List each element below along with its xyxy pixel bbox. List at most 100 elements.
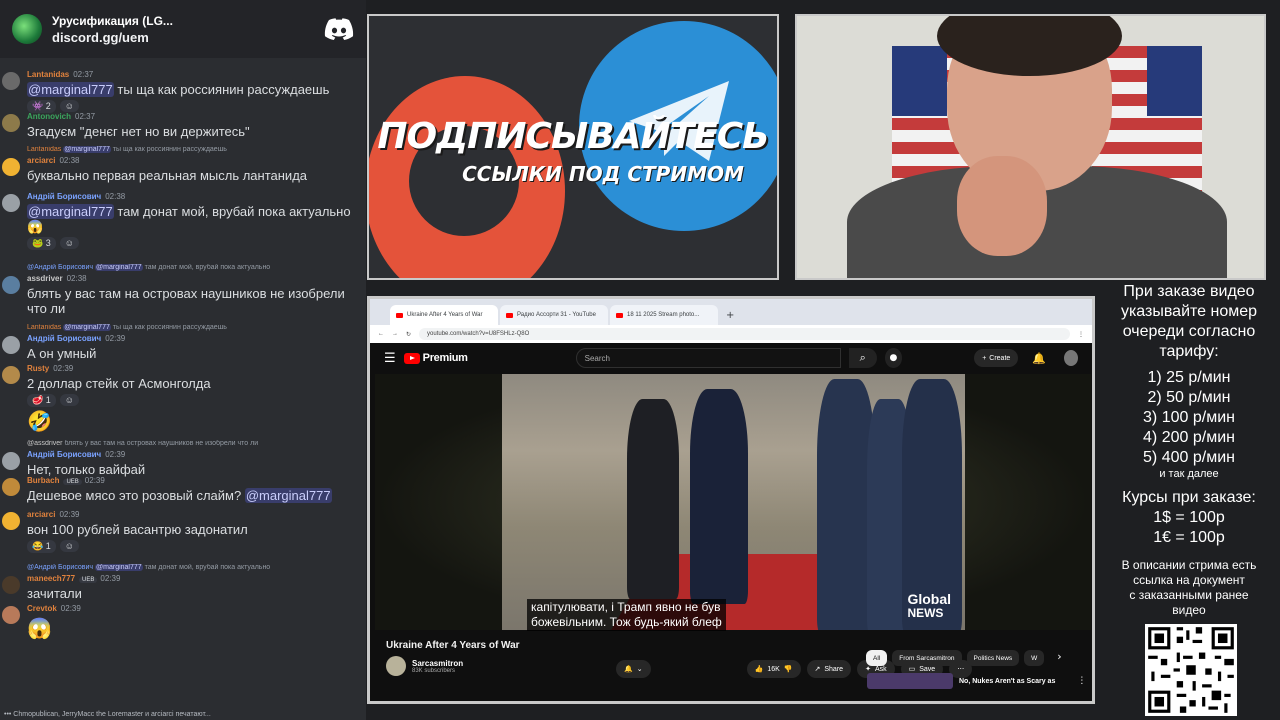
reaction-pill[interactable]: 👾 2 [27,99,56,113]
url-field[interactable]: youtube.com/watch?v=U8FSHLz-Q8O [419,328,1070,340]
reply-preview[interactable]: @Андрій Борисович @marginal777 там донат… [27,564,358,574]
chevron-right-icon[interactable]: › [1057,650,1061,666]
reaction-pill[interactable]: 🥩 1 [27,393,56,407]
reply-mention: @marginal777 [95,564,143,571]
search-icon[interactable]: ⌕ [848,348,877,368]
message-time: 02:39 [105,450,126,459]
server-icon[interactable] [12,14,42,44]
avatar[interactable] [1064,350,1078,366]
video-frame[interactable]: Global NEWS [502,374,965,630]
tab-bar: Ukraine After 4 Years of War Радио Ассор… [370,299,1092,325]
browser-tab[interactable]: Ukraine After 4 Years of War [390,305,498,325]
sticker-emoji: 😱 [27,618,52,640]
reply-preview[interactable]: Lantanidas @marginal777 ты ща как россия… [27,146,358,156]
message-text: ты ща как россиянин рассуждаешь [113,82,330,97]
message-author[interactable]: Андрій Борисович [27,192,101,201]
reply-text: ты ща как россиянин рассуждаешь [110,146,227,153]
avatar [2,452,20,470]
notifications-bell-icon[interactable]: 🔔 [1032,352,1046,365]
recommended-title[interactable]: No, Nukes Aren't as Scary as [959,678,1055,685]
message-text: там донат мой, врубай пока актуально [113,204,351,219]
channel-avatar[interactable] [386,656,406,676]
channel-row: Sarcasmitron 83K subscribers [386,656,463,676]
create-button[interactable]: + Create [974,349,1019,367]
video-thumbnail[interactable] [867,673,953,689]
browser-tab[interactable]: 18 11 2025 Stream photo... [610,305,718,325]
message-author[interactable]: Burbach [27,476,59,485]
message-author[interactable]: assdriver [27,274,63,283]
message-text: вон 100 рублей васантрю задонатил [27,522,248,537]
message-author[interactable]: Lantanidas [27,70,69,79]
message-author[interactable]: Rusty [27,364,49,373]
share-label: Share [824,665,844,673]
reply-text: ты ща как россиянин рассуждаешь [110,324,227,331]
create-label: Create [989,354,1011,362]
video-player[interactable]: Global NEWS капітулювати, і Трамп явно не… [375,374,1091,631]
youtube-logo[interactable]: Premium [403,352,468,364]
message-time: 02:39 [105,334,126,343]
price-list: 1) 25 р/мин 2) 50 р/мин 3) 100 р/мин 4) … [1098,368,1280,480]
subscription-bell-button[interactable]: 🔔 ⌄ [616,660,651,678]
save-label: Save [919,665,936,673]
share-button[interactable]: ↗ Share [806,660,852,678]
role-badge: UEB [79,577,98,583]
forward-icon[interactable]: → [392,331,398,337]
add-reaction-icon[interactable]: ☺ [59,394,79,406]
sticker-emoji: 🤣 [27,411,52,433]
instruction-line: При заказе видео [1123,283,1255,300]
recommended-video[interactable]: No, Nukes Aren't as Scary as ⋮ [867,673,1086,689]
subscriber-count: 83K subscribers [412,667,456,674]
add-reaction-icon[interactable]: ☺ [59,100,79,112]
user-mention[interactable]: @marginal777 [27,204,114,219]
reply-preview[interactable]: @assdriver блять у вас там на островах н… [27,440,358,450]
chip-all[interactable]: All [866,650,888,666]
message-list: Lantanidas 02:37 @marginal777 ты ща как р… [0,70,366,640]
message-author[interactable]: Андрій Борисович [27,334,101,343]
chat-message: @Андрій Борисович @marginal777 там донат… [0,264,366,324]
microphone-icon[interactable]: ● [884,348,903,368]
browser-tab[interactable]: Радио Ассорти 31 - YouTube [500,305,608,325]
add-reaction-icon[interactable]: ☺ [59,237,79,249]
chat-header: Урусификация (LG... discord.gg/uem [0,0,366,58]
reply-preview[interactable]: @Андрій Борисович @marginal777 там донат… [27,264,358,274]
order-instructions: При заказе видео указывайте номер очеред… [1098,282,1280,362]
instruction-line: тарифу: [1159,343,1219,360]
message-text: Нет, только вайфай [27,462,146,477]
reply-preview[interactable]: Lantanidas @marginal777 ты ща как россия… [27,324,358,334]
typing-text: Chmopublican, JerryMacc the Loremaster и… [13,711,211,718]
message-author[interactable]: Crevtok [27,604,57,613]
like-button[interactable]: 👍 16K 👎 [746,660,801,678]
chip-from-channel[interactable]: From Sarcasmitron [892,650,962,666]
typing-indicator: ••• Chmopublican, JerryMacc the Loremast… [4,711,211,718]
reaction-pill[interactable]: 🐸 3 [27,236,56,250]
chip-more[interactable]: W [1024,650,1045,666]
avatar [2,576,20,594]
chevron-down-icon: ⌄ [636,666,643,673]
reload-icon[interactable]: ↻ [406,331,411,338]
chat-message: Андрій Борисович 02:38 @marginal777 там д… [0,192,366,264]
message-author[interactable]: Antonovich [27,112,71,121]
subscribe-banner: ПОДПИСЫВАЙТЕСЬ ССЫЛКИ ПОД СТРИМОМ [367,14,779,280]
search-input[interactable]: Search [575,348,841,368]
user-mention[interactable]: @marginal777 [27,82,114,97]
message-author[interactable]: arciarci [27,510,55,519]
message-author[interactable]: Андрій Борисович [27,450,101,459]
channel-name[interactable]: Sarcasmitron [412,659,463,668]
back-icon[interactable]: ← [378,331,384,337]
thumbs-down-icon[interactable]: 👎 [784,665,793,673]
message-author[interactable]: maneech777 [27,574,75,583]
more-options-icon[interactable]: ⋮ [1077,676,1086,686]
order-info-panel: При заказе видео указывайте номер очеред… [1098,282,1280,720]
message-author[interactable]: arciarci [27,156,55,165]
invite-link[interactable]: discord.gg/uem [52,30,314,45]
add-reaction-icon[interactable]: ☺ [59,540,79,552]
discord-chat-panel: Урусификация (LG... discord.gg/uem Lanta… [0,0,366,720]
chip-politics-news[interactable]: Politics News [966,650,1020,666]
extensions-icon[interactable]: ⋮ [1078,331,1084,338]
message-time: 02:38 [66,274,87,283]
menu-icon[interactable]: ☰ [384,351,396,366]
user-mention[interactable]: @marginal777 [244,488,332,503]
youtube-play-icon [403,352,420,364]
new-tab-button[interactable]: + [720,310,740,325]
reaction-pill[interactable]: 😂 1 [27,539,56,553]
